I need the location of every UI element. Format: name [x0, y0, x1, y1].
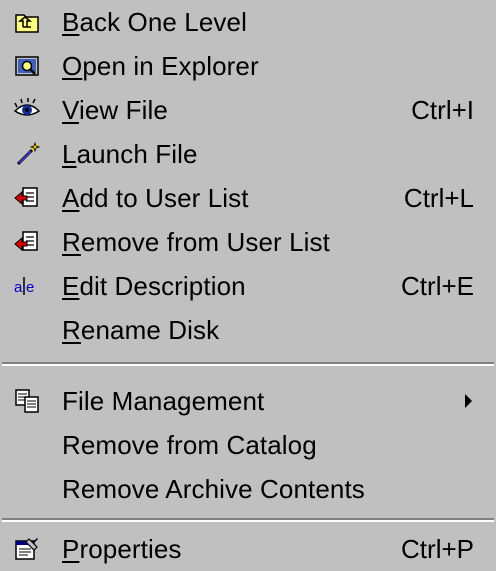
- menu-item-label: Add to User List: [62, 182, 249, 214]
- menu-item-label-rest: roperties: [79, 534, 182, 564]
- eye-icon: [14, 97, 40, 123]
- menu-item-remove-archive-contents[interactable]: Remove Archive Contents: [0, 467, 496, 511]
- svg-text:a: a: [14, 279, 23, 296]
- menu-item-mnemonic: O: [62, 51, 83, 81]
- menu-item-remove-from-catalog[interactable]: Remove from Catalog: [0, 423, 496, 467]
- launch-wand-icon: [14, 141, 40, 167]
- add-user-list-icon: [14, 185, 40, 211]
- menu-item-view-file[interactable]: View File Ctrl+I: [0, 88, 496, 132]
- menu-item-shortcut: Ctrl+I: [411, 95, 474, 125]
- menu-item-label-rest: pen in Explorer: [82, 51, 259, 81]
- menu-item-mnemonic: B: [62, 7, 80, 37]
- menu-item-remove-from-user-list[interactable]: Remove from User List: [0, 220, 496, 264]
- menu-item-label: Open in Explorer: [62, 50, 259, 82]
- menu-item-properties[interactable]: Properties Ctrl+P: [0, 527, 496, 571]
- menu-item-shortcut: Ctrl+E: [401, 271, 474, 301]
- menu-item-label: View File: [62, 94, 168, 126]
- explorer-icon: [14, 53, 40, 79]
- menu-item-label-rest: ename Disk: [80, 315, 220, 345]
- menu-item-launch-file[interactable]: Launch File: [0, 132, 496, 176]
- menu-item-label-rest: dd to User List: [79, 183, 249, 213]
- menu-separator: [2, 362, 494, 366]
- menu-item-label: Remove from User List: [62, 226, 330, 258]
- menu-item-back-one-level[interactable]: Back One Level: [0, 0, 496, 44]
- menu-item-mnemonic: E: [62, 271, 80, 301]
- menu-item-label: Remove from Catalog: [62, 430, 317, 460]
- context-menu: Back One Level Open in Explorer View Fil…: [0, 0, 496, 571]
- menu-item-label: Properties: [62, 533, 182, 565]
- menu-item-mnemonic: R: [62, 315, 81, 345]
- menu-item-label: Back One Level: [62, 6, 247, 38]
- menu-item-mnemonic: V: [62, 95, 79, 125]
- edit-description-icon: a e: [14, 273, 40, 299]
- properties-icon: [14, 536, 40, 562]
- menu-item-label-rest: emove from User List: [80, 227, 330, 257]
- menu-item-label: Rename Disk: [62, 314, 219, 346]
- menu-item-shortcut: Ctrl+L: [403, 183, 474, 213]
- folder-up-icon: [14, 9, 40, 35]
- menu-item-mnemonic: L: [62, 139, 77, 169]
- menu-item-label: File Management: [62, 386, 265, 416]
- menu-item-shortcut: Ctrl+P: [401, 534, 474, 564]
- menu-item-mnemonic: R: [62, 227, 81, 257]
- menu-separator: [2, 518, 494, 522]
- menu-item-label-rest: aunch File: [76, 139, 198, 169]
- menu-item-file-management[interactable]: File Management: [0, 379, 496, 423]
- menu-item-add-to-user-list[interactable]: Add to User List Ctrl+L: [0, 176, 496, 220]
- menu-item-label-rest: ack One Level: [79, 7, 247, 37]
- menu-item-mnemonic: P: [62, 534, 80, 564]
- svg-text:e: e: [26, 279, 34, 296]
- menu-item-label: Remove Archive Contents: [62, 474, 365, 504]
- menu-item-edit-description[interactable]: a e Edit Description Ctrl+E: [0, 264, 496, 308]
- file-management-icon: [14, 388, 40, 414]
- remove-user-list-icon: [14, 229, 40, 255]
- menu-item-label: Launch File: [62, 138, 198, 170]
- menu-item-open-in-explorer[interactable]: Open in Explorer: [0, 44, 496, 88]
- menu-item-label-rest: dit Description: [79, 271, 246, 301]
- menu-item-label: Edit Description: [62, 270, 246, 302]
- menu-item-label-rest: iew File: [78, 95, 168, 125]
- submenu-arrow-icon: [465, 394, 472, 408]
- menu-item-rename-disk[interactable]: Rename Disk: [0, 308, 496, 352]
- menu-item-mnemonic: A: [62, 183, 80, 213]
